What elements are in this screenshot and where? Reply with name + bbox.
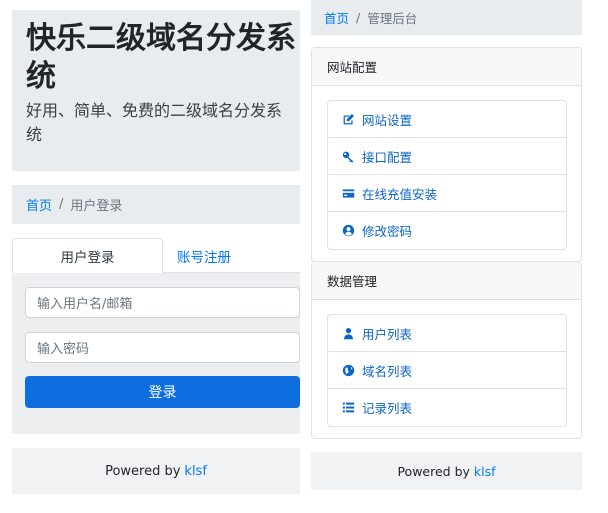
footer-text: Powered by	[105, 463, 181, 479]
data-management-header: 数据管理	[312, 262, 581, 300]
footer-left: Powered by klsf	[12, 448, 300, 494]
breadcrumb-home-link[interactable]: 首页	[26, 195, 52, 214]
breadcrumb-separator: /	[356, 10, 361, 25]
site-config-header: 网站配置	[312, 48, 581, 86]
menu-item-label: 接口配置	[362, 149, 413, 165]
menu-item-site-settings[interactable]: 网站设置	[328, 101, 566, 138]
login-form: 输入用户名/邮箱 输入密码 登录	[12, 273, 300, 434]
site-subtitle: 好用、简单、免费的二级域名分发系统	[26, 101, 283, 144]
jumbotron: 快乐二级域名分发系统 好用、简单、免费的二级域名分发系统	[12, 10, 300, 171]
site-config-card: 网站配置 网站设置 接口配置 在线充值安装 修改密码	[311, 47, 582, 262]
user-circle-icon	[342, 224, 355, 237]
edit-icon	[342, 113, 355, 126]
footer-link[interactable]: klsf	[184, 464, 207, 479]
site-title: 快乐二级域名分发系统	[26, 21, 296, 94]
menu-item-user-list[interactable]: 用户列表	[328, 315, 566, 352]
menu-item-change-password[interactable]: 修改密码	[328, 212, 566, 249]
user-icon	[342, 327, 355, 340]
menu-item-record-list[interactable]: 记录列表	[328, 389, 566, 426]
breadcrumb-admin: 首页 / 管理后台	[311, 0, 582, 35]
data-management-list: 用户列表 域名列表 记录列表	[327, 314, 567, 427]
globe-icon	[342, 364, 355, 377]
menu-item-domain-list[interactable]: 域名列表	[328, 352, 566, 389]
list-icon	[342, 401, 355, 414]
footer-text: Powered by	[397, 463, 470, 479]
username-input[interactable]: 输入用户名/邮箱	[25, 287, 300, 318]
auth-tabs: 用户登录 账号注册	[12, 238, 300, 274]
breadcrumb-home-link[interactable]: 首页	[324, 8, 349, 27]
menu-item-recharge-install[interactable]: 在线充值安装	[328, 175, 566, 212]
breadcrumb-current: 管理后台	[367, 11, 418, 26]
menu-item-label: 用户列表	[362, 326, 413, 342]
site-config-list: 网站设置 接口配置 在线充值安装 修改密码	[327, 100, 567, 250]
credit-card-icon	[342, 187, 355, 200]
menu-item-label: 网站设置	[362, 112, 413, 128]
menu-item-label: 修改密码	[362, 224, 413, 239]
tab-login[interactable]: 用户登录	[12, 238, 163, 274]
menu-item-label: 域名列表	[362, 363, 413, 379]
key-icon	[342, 150, 355, 163]
footer-link[interactable]: klsf	[474, 464, 496, 479]
breadcrumb-separator: /	[59, 197, 64, 212]
password-input[interactable]: 输入密码	[25, 332, 300, 363]
menu-item-label: 记录列表	[362, 401, 413, 416]
menu-item-label: 在线充值安装	[362, 186, 438, 202]
menu-item-api-config[interactable]: 接口配置	[328, 138, 566, 175]
breadcrumb-current: 用户登录	[70, 199, 123, 214]
breadcrumb-login: 首页 / 用户登录	[12, 185, 300, 224]
tab-register[interactable]: 账号注册	[164, 238, 244, 273]
footer-right: Powered by klsf	[311, 452, 582, 490]
data-management-card: 数据管理 用户列表 域名列表 记录列表	[311, 261, 582, 439]
login-button[interactable]: 登录	[25, 376, 300, 408]
